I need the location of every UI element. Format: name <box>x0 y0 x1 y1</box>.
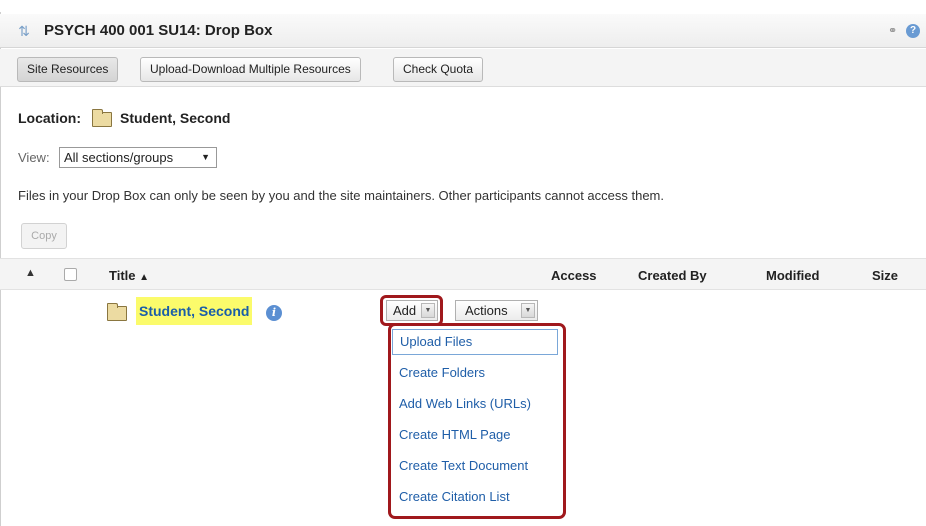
column-title[interactable]: Title ▲ <box>109 268 149 283</box>
actions-label: Actions <box>465 303 508 318</box>
copy-button[interactable]: Copy <box>21 223 67 249</box>
column-created-by: Created By <box>638 268 707 283</box>
menu-item-create-html-page[interactable]: Create HTML Page <box>392 422 558 448</box>
table-header: ▲ Title ▲ Access Created By Modified Siz… <box>0 258 926 290</box>
menu-item-create-text-document[interactable]: Create Text Document <box>392 453 558 479</box>
column-size: Size <box>872 268 899 283</box>
page-title: PSYCH 400 001 SU14: Drop Box <box>44 22 273 39</box>
upload-download-multiple-button[interactable]: Upload-Download Multiple Resources <box>140 57 361 82</box>
chevron-down-icon: ▼ <box>521 303 535 318</box>
folder-name-link[interactable]: Student, Second <box>136 297 253 325</box>
folder-icon <box>92 109 112 127</box>
view-select-value: All sections/groups <box>64 150 174 165</box>
menu-item-create-citation-list[interactable]: Create Citation List <box>392 484 558 510</box>
actions-dropdown-button[interactable]: Actions ▼ <box>455 300 538 321</box>
location-name: Student, Second <box>120 110 231 126</box>
view-select[interactable]: All sections/groups ▼ <box>59 147 217 168</box>
sort-ascending-icon: ▲ <box>139 272 150 283</box>
sort-icon[interactable]: ▲ <box>25 267 36 279</box>
location-label: Location: <box>18 110 81 126</box>
site-resources-button[interactable]: Site Resources <box>17 57 119 82</box>
column-access: Access <box>551 268 597 283</box>
menu-item-add-web-links[interactable]: Add Web Links (URLs) <box>392 391 558 417</box>
help-icon[interactable]: ? <box>906 24 920 38</box>
menu-item-create-folders[interactable]: Create Folders <box>392 360 558 386</box>
select-all-checkbox[interactable] <box>64 268 77 281</box>
check-quota-button[interactable]: Check Quota <box>393 57 484 82</box>
folder-icon <box>107 303 127 321</box>
column-modified: Modified <box>766 268 820 283</box>
add-label: Add <box>393 303 417 318</box>
reset-icon[interactable]: ⇅ <box>16 23 32 39</box>
menu-item-upload-files[interactable]: Upload Files <box>392 329 558 355</box>
info-icon[interactable]: i <box>266 305 282 321</box>
resources-toolbar: Site Resources Upload-Download Multiple … <box>0 49 926 87</box>
chevron-down-icon: ▼ <box>421 303 435 318</box>
chevron-down-icon: ▼ <box>201 152 210 162</box>
column-title-label: Title <box>109 268 136 283</box>
dropbox-notice: Files in your Drop Box can only be seen … <box>18 188 665 203</box>
view-label: View: <box>18 150 50 165</box>
link-icon[interactable]: ⚭ <box>888 25 904 37</box>
add-dropdown-button[interactable]: Add ▼ <box>386 300 438 321</box>
tool-title-bar: ⇅ PSYCH 400 001 SU14: Drop Box ⚭ ? <box>0 14 926 48</box>
